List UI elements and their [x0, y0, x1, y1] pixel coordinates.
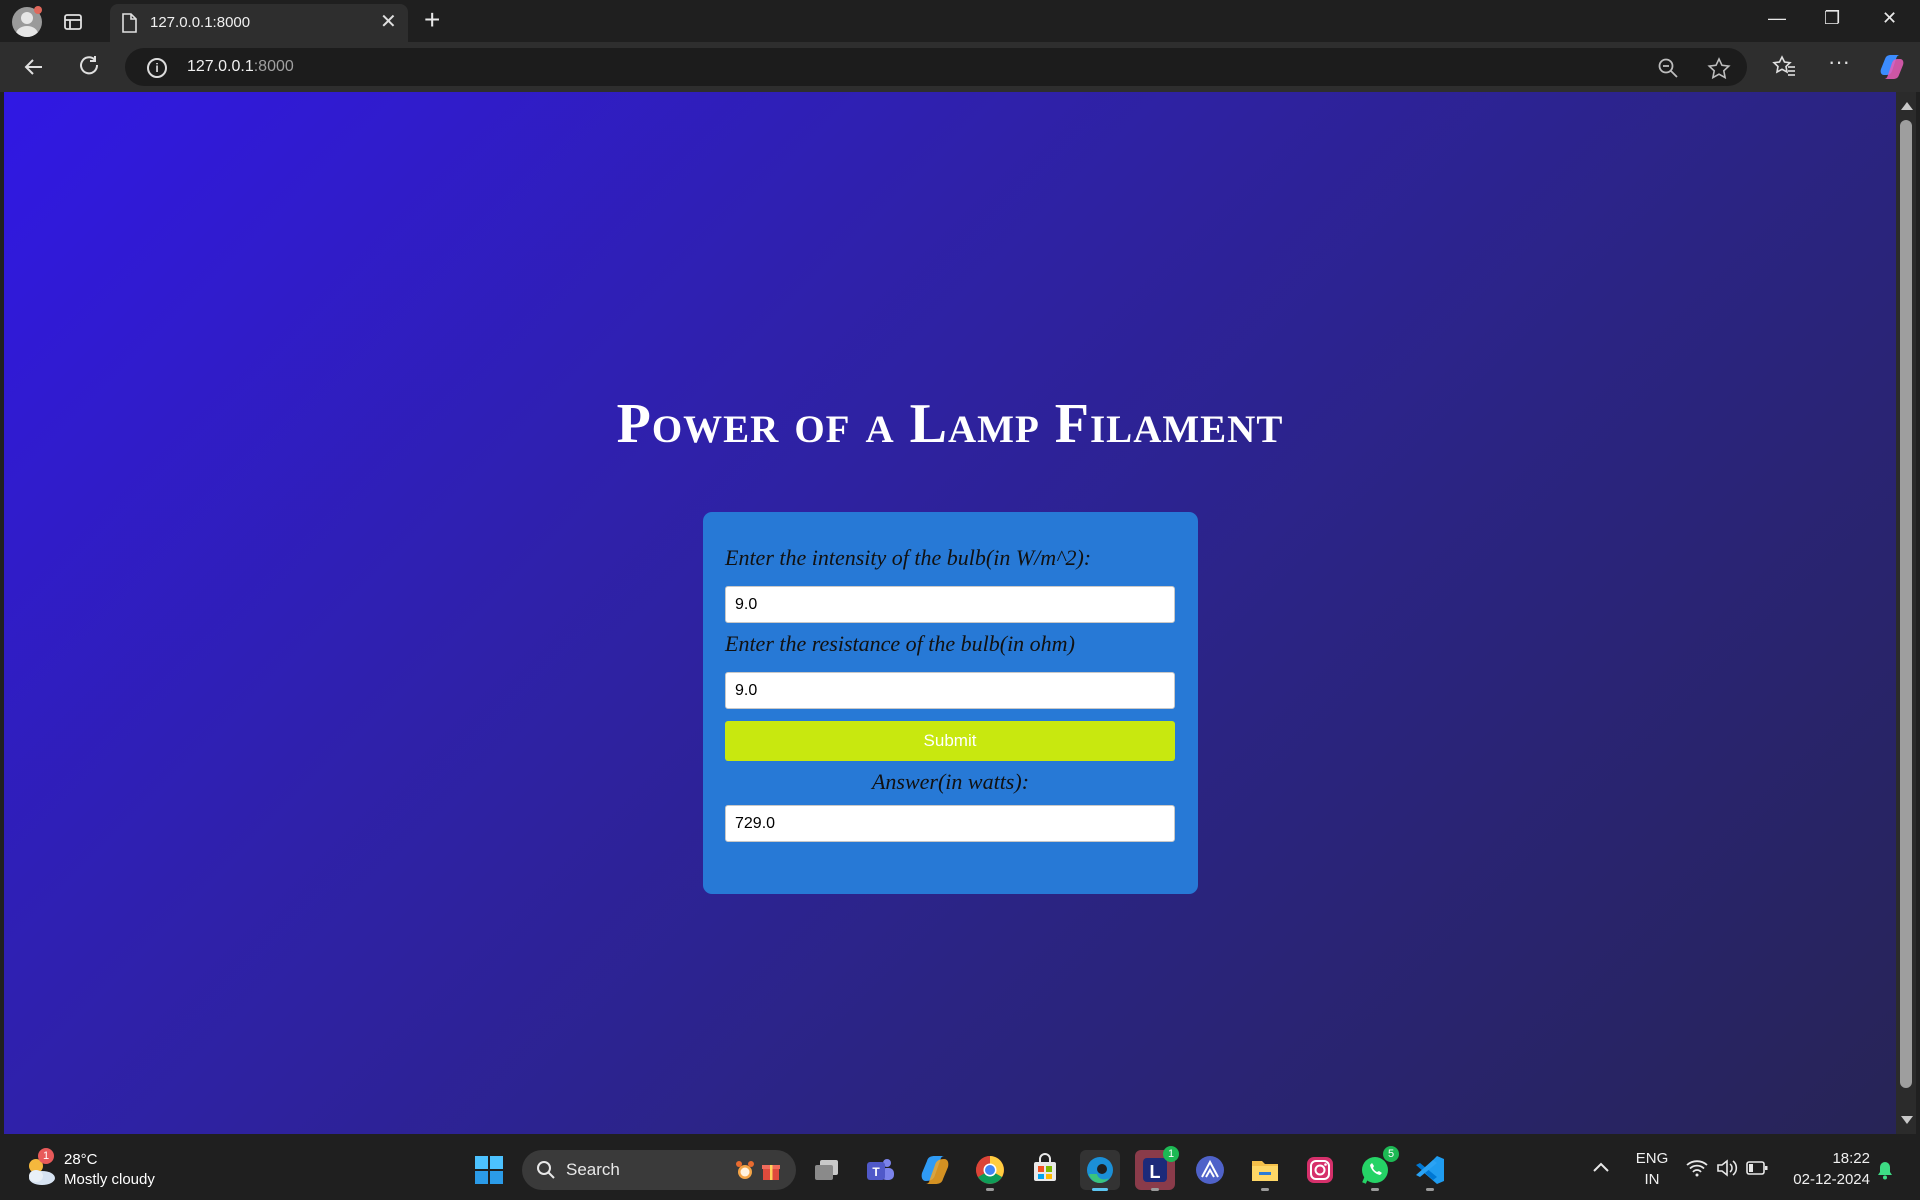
answer-label: Answer(in watts):: [871, 769, 1030, 794]
taskbar: 1 28°C Mostly cloudy Search T L 1 5 ENG …: [0, 1140, 1920, 1200]
minimize-button[interactable]: —: [1768, 8, 1786, 29]
scroll-up-arrow-icon[interactable]: [1901, 102, 1913, 110]
region-indicator[interactable]: IN: [1632, 1171, 1672, 1188]
page-viewport: Power of a Lamp Filament Enter the inten…: [4, 92, 1896, 1134]
profile-status-dot: [34, 6, 42, 14]
page-title: Power of a Lamp Filament: [616, 393, 1284, 455]
active-tab[interactable]: 127.0.0.1:8000 ✕: [110, 4, 408, 42]
chrome-running-indicator: [986, 1188, 994, 1191]
calculator-form: Enter the intensity of the bulb(in W/m^2…: [703, 512, 1198, 894]
restore-button[interactable]: ❐: [1824, 8, 1840, 29]
notification-bell-icon[interactable]: [1876, 1160, 1894, 1185]
submit-button[interactable]: Submit: [725, 721, 1175, 761]
lens-badge: 1: [1163, 1146, 1179, 1162]
back-arrow-icon[interactable]: [20, 53, 48, 81]
site-info-icon[interactable]: i: [147, 58, 167, 78]
weather-badge: 1: [38, 1148, 54, 1164]
vertical-scrollbar[interactable]: [1896, 92, 1916, 1134]
instagram-icon[interactable]: [1300, 1150, 1340, 1190]
url-text[interactable]: 127.0.0.1:8000: [187, 58, 294, 76]
lens-app-icon[interactable]: L 1: [1135, 1146, 1179, 1191]
svg-text:T: T: [872, 1165, 880, 1179]
explorer-running-indicator: [1261, 1188, 1269, 1191]
whatsapp-badge: 5: [1383, 1146, 1399, 1162]
scroll-down-arrow-icon[interactable]: [1901, 1116, 1913, 1124]
tab-actions-icon[interactable]: [62, 11, 84, 33]
favorites-icon[interactable]: [1772, 55, 1796, 81]
tray-overflow-chevron-icon[interactable]: [1592, 1160, 1610, 1179]
clock-time[interactable]: 18:22: [1784, 1150, 1870, 1167]
start-windows-icon[interactable]: [469, 1150, 509, 1190]
edge-active-indicator: [1092, 1188, 1108, 1191]
search-label: Search: [566, 1160, 620, 1179]
teams-icon[interactable]: T: [860, 1150, 900, 1190]
tab-close-icon[interactable]: ✕: [380, 12, 397, 32]
wifi-icon[interactable]: [1686, 1159, 1708, 1182]
favorite-star-icon[interactable]: [1707, 57, 1731, 84]
file-explorer-icon[interactable]: [1245, 1150, 1285, 1191]
address-bar[interactable]: i 127.0.0.1:8000: [125, 48, 1747, 86]
vscode-icon[interactable]: [1410, 1150, 1450, 1191]
microsoft-store-icon[interactable]: [1025, 1150, 1065, 1190]
answer-output[interactable]: [725, 805, 1175, 842]
edge-icon[interactable]: [1080, 1150, 1120, 1191]
chrome-icon[interactable]: [970, 1150, 1010, 1191]
language-indicator[interactable]: ENG: [1632, 1150, 1672, 1167]
search-icon: [536, 1160, 556, 1185]
tab-title: 127.0.0.1:8000: [150, 14, 251, 31]
taskbar-search[interactable]: Search: [522, 1150, 796, 1190]
svg-text:L: L: [1150, 1162, 1161, 1182]
gift-icon: [760, 1160, 782, 1187]
page-document-icon: [120, 13, 138, 38]
window-close-button[interactable]: ✕: [1882, 8, 1897, 29]
whatsapp-running-indicator: [1371, 1188, 1379, 1191]
weather-condition[interactable]: Mostly cloudy: [64, 1171, 155, 1188]
battery-icon[interactable]: [1746, 1161, 1768, 1180]
alarm-clock-icon: [734, 1160, 756, 1187]
new-tab-button[interactable]: +: [424, 6, 440, 34]
dev-tool-icon[interactable]: [1190, 1150, 1230, 1190]
vscode-running-indicator: [1426, 1188, 1434, 1191]
url-host: 127.0.0.1: [187, 58, 254, 75]
tab-strip: 127.0.0.1:8000 ✕ + — ❐ ✕: [0, 0, 1920, 42]
clock-date[interactable]: 02-12-2024: [1774, 1171, 1870, 1188]
volume-icon[interactable]: [1716, 1159, 1738, 1182]
resistance-input[interactable]: [725, 672, 1175, 709]
whatsapp-icon[interactable]: 5: [1355, 1146, 1399, 1191]
scroll-thumb[interactable]: [1900, 120, 1912, 1088]
resistance-label: Enter the resistance of the bulb(in ohm): [725, 631, 1075, 656]
zoom-out-icon[interactable]: [1657, 57, 1679, 84]
copilot-icon[interactable]: [1878, 53, 1906, 85]
lens-running-indicator: [1151, 1188, 1159, 1191]
task-view-icon[interactable]: [806, 1150, 846, 1190]
intensity-label: Enter the intensity of the bulb(in W/m^2…: [725, 545, 1092, 570]
browser-toolbar: i 127.0.0.1:8000 ···: [0, 42, 1920, 92]
weather-temperature[interactable]: 28°C: [64, 1151, 98, 1168]
url-port: :8000: [253, 58, 294, 75]
more-menu-icon[interactable]: ···: [1828, 51, 1850, 73]
refresh-icon[interactable]: [76, 53, 104, 81]
intensity-input[interactable]: [725, 586, 1175, 623]
copilot-app-icon[interactable]: [915, 1150, 955, 1190]
